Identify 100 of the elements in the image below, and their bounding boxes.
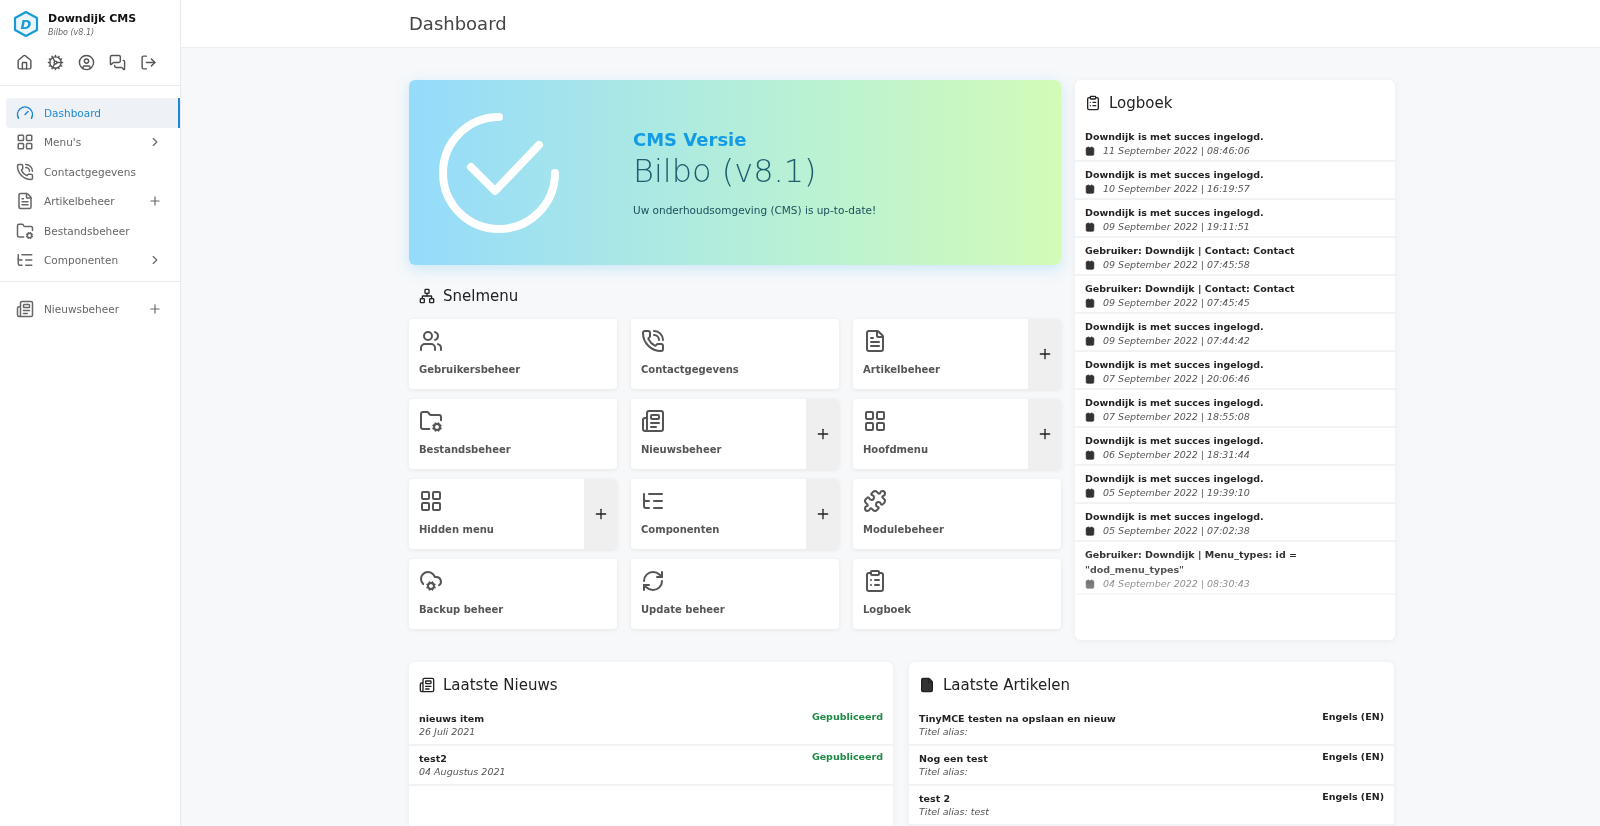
banner-heading: CMS Versie xyxy=(633,129,748,150)
news-date: 26 Juli 2021 xyxy=(419,726,477,737)
shortcut-tile[interactable]: Logboek xyxy=(853,559,1061,629)
card-title: Laatste Artikelen xyxy=(943,676,1071,694)
calendar-icon xyxy=(1085,259,1095,270)
article-title: test 2 xyxy=(919,792,952,806)
article-title: TinyMCE testen na opslaan en nieuw xyxy=(919,712,1116,726)
grid-icon xyxy=(419,489,443,513)
log-message: Gebruiker: Downdijk | Contact: Contact xyxy=(1085,244,1296,258)
log-date: 04 September 2022 | 08:30:43 xyxy=(1103,578,1250,589)
calendar-icon xyxy=(1085,145,1095,156)
log-message: Gebruiker: Downdijk | Menu_types: id = "dod_menu_types" xyxy=(1085,548,1298,577)
log-date: 09 September 2022 | 07:45:58 xyxy=(1103,259,1250,270)
sidebar-item[interactable]: Nieuwsbeheer xyxy=(6,294,180,324)
puzzle-icon xyxy=(863,489,887,513)
card-title: Logboek xyxy=(1109,94,1173,112)
log-message: Downdijk is met succes ingelogd. xyxy=(1085,510,1265,524)
grid-icon xyxy=(863,409,887,433)
shortcut-tile[interactable]: Hoofdmenu xyxy=(853,399,1061,469)
log-message: Downdijk is met succes ingelogd. xyxy=(1085,472,1265,486)
calendar-icon xyxy=(1085,297,1095,308)
shortcut-tile[interactable]: Backup beheer xyxy=(409,559,617,629)
cloud-icon xyxy=(419,569,443,593)
shortcut-tile[interactable]: Hidden menu xyxy=(409,479,617,549)
newspaper-icon xyxy=(16,299,34,318)
version-text: Bilbo (v8.1) xyxy=(633,152,818,190)
refresh-icon xyxy=(641,569,665,593)
log-message: Downdijk is met succes ingelogd. xyxy=(1085,358,1265,372)
article-title: Nog een test xyxy=(919,752,988,766)
log-message: Downdijk is met succes ingelogd. xyxy=(1085,168,1265,182)
check-icon xyxy=(437,110,561,235)
shortcut-tile[interactable]: Modulebeheer xyxy=(853,479,1061,549)
home-icon[interactable] xyxy=(16,54,33,71)
language-label: Engels (EN) xyxy=(1322,751,1384,764)
sidebar-item[interactable]: Artikelbeheer xyxy=(6,186,180,216)
shortcut-tile[interactable]: Contactgegevens xyxy=(631,319,839,389)
status-label: Gepubliceerd xyxy=(811,711,883,724)
logo-icon: D xyxy=(12,10,40,38)
log-message: Downdijk is met succes ingelogd. xyxy=(1085,320,1265,334)
calendar-icon xyxy=(1085,411,1095,422)
article-alias: Titel alias: xyxy=(919,726,969,737)
grid-icon xyxy=(16,133,34,152)
log-date: 07 September 2022 | 20:06:46 xyxy=(1103,373,1250,384)
app-title: Downdijk CMS xyxy=(48,11,137,25)
log-date: 09 September 2022 | 07:45:45 xyxy=(1103,297,1250,308)
sidebar-item[interactable]: Bestandsbeheer xyxy=(6,216,180,246)
log-date: 06 September 2022 | 18:31:44 xyxy=(1103,449,1250,460)
logout-icon[interactable] xyxy=(140,54,157,71)
calendar-icon xyxy=(1085,578,1095,589)
document-icon xyxy=(863,329,887,353)
document-icon xyxy=(919,677,935,693)
folder-icon xyxy=(419,409,443,433)
shortcut-tile[interactable]: Bestandsbeheer xyxy=(409,399,617,469)
news-title: test2 xyxy=(419,752,448,766)
log-message: Gebruiker: Downdijk | Contact: Contact xyxy=(1085,282,1296,296)
calendar-icon xyxy=(1085,487,1095,498)
log-message: Downdijk is met succes ingelogd. xyxy=(1085,130,1265,144)
calendar-icon xyxy=(1085,183,1095,194)
newspaper-icon xyxy=(419,677,435,693)
sidebar-item[interactable]: Menu's xyxy=(6,127,180,157)
log-date: 09 September 2022 | 07:44:42 xyxy=(1103,335,1250,346)
newspaper-icon xyxy=(641,409,665,433)
sidebar-item[interactable]: Componenten xyxy=(6,245,180,275)
status-message: Uw onderhoudsomgeving (CMS) is up-to-date! xyxy=(633,204,877,216)
sidebar-item[interactable]: Contactgegevens xyxy=(6,157,180,187)
log-date: 05 September 2022 | 19:39:10 xyxy=(1103,487,1250,498)
card-title: Laatste Nieuws xyxy=(443,676,558,694)
log-message: Downdijk is met succes ingelogd. xyxy=(1085,396,1265,410)
page-title: Dashboard xyxy=(409,13,507,34)
calendar-icon xyxy=(1085,373,1095,384)
log-message: Downdijk is met succes ingelogd. xyxy=(1085,206,1265,220)
folder-icon xyxy=(16,221,34,240)
shortcut-tile[interactable]: Update beheer xyxy=(631,559,839,629)
user-icon[interactable] xyxy=(78,54,95,71)
log-date: 09 September 2022 | 19:11:51 xyxy=(1103,221,1250,232)
shortcut-tile[interactable]: Nieuwsbeheer xyxy=(631,399,839,469)
users-icon xyxy=(419,329,443,353)
calendar-icon xyxy=(1085,525,1095,536)
settings-icon[interactable] xyxy=(47,54,64,71)
news-title: nieuws item xyxy=(419,712,485,726)
language-label: Engels (EN) xyxy=(1322,711,1384,724)
clipboard-icon xyxy=(863,569,887,593)
shortcut-tile[interactable]: Componenten xyxy=(631,479,839,549)
calendar-icon xyxy=(1085,335,1095,346)
gauge-icon xyxy=(16,103,34,122)
language-label: Engels (EN) xyxy=(1322,791,1384,804)
log-date: 05 September 2022 | 07:02:38 xyxy=(1103,525,1250,536)
calendar-icon xyxy=(1085,221,1095,232)
shortcut-tile[interactable]: Gebruikersbeheer xyxy=(409,319,617,389)
log-message: Downdijk is met succes ingelogd. xyxy=(1085,434,1265,448)
article-alias: Titel alias: test xyxy=(919,806,989,817)
sitemap-icon xyxy=(419,288,435,304)
phone-icon xyxy=(16,162,34,181)
log-date: 07 September 2022 | 18:55:08 xyxy=(1103,411,1250,422)
app-version: Bilbo (v8.1) xyxy=(48,27,96,37)
document-icon xyxy=(16,192,34,211)
status-label: Gepubliceerd xyxy=(811,751,883,764)
log-date: 10 September 2022 | 16:19:57 xyxy=(1103,183,1250,194)
chat-icon[interactable] xyxy=(109,54,126,71)
shortcut-tile[interactable]: Artikelbeheer xyxy=(853,319,1061,389)
